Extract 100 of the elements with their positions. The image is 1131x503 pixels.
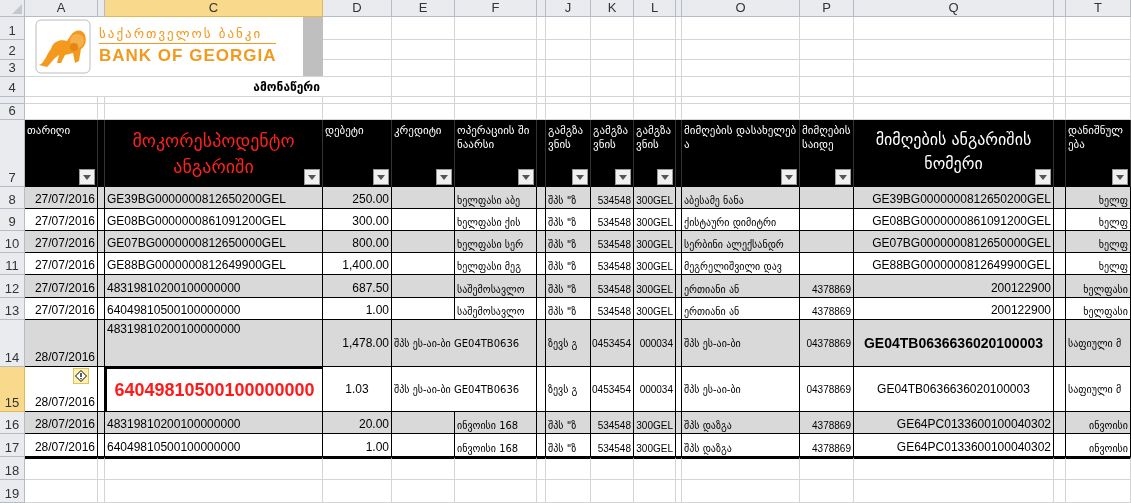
row-header[interactable]: 12 — [0, 275, 25, 298]
filter-button[interactable] — [835, 169, 851, 185]
table-cell: ხელფასი სერ — [455, 231, 537, 253]
filter-button[interactable] — [572, 169, 588, 185]
filter-button[interactable] — [657, 169, 673, 185]
column-header[interactable] — [98, 0, 105, 17]
caret-icon — [308, 174, 316, 180]
column-heading: მიმღების ანგარიშის ნომერი — [874, 129, 1033, 175]
filter-button[interactable] — [79, 169, 95, 185]
row-header[interactable]: 8 — [0, 187, 25, 209]
account-cell: GE64PC0133600100040302 — [854, 434, 1054, 457]
grid-cell[interactable] — [546, 457, 591, 480]
table-cell: შპს "ზ — [546, 209, 591, 231]
column-heading: დებეტი — [324, 124, 365, 138]
grid-cell[interactable] — [682, 457, 800, 480]
row-header[interactable]: 10 — [0, 231, 25, 253]
table-cell: 300GEL — [634, 275, 676, 298]
table-cell: 534548 — [591, 209, 634, 231]
grid-cell[interactable] — [634, 457, 676, 480]
grid-cell[interactable] — [105, 457, 323, 480]
row-header[interactable]: 2 — [0, 40, 25, 60]
filter-button[interactable] — [436, 169, 452, 185]
table-cell: ხელფ — [1066, 187, 1131, 209]
amount-cell: 250.00 — [323, 187, 392, 209]
table-cell: ინვოისი — [1066, 434, 1131, 457]
row-header[interactable]: 7 — [0, 120, 25, 187]
grid-cell[interactable] — [98, 457, 105, 480]
table-cell — [537, 412, 546, 434]
row-header[interactable]: 6 — [0, 104, 25, 120]
select-all-icon[interactable] — [12, 4, 22, 14]
row-header[interactable]: 15 — [0, 367, 25, 412]
table-cell: 04378869 — [800, 367, 854, 412]
column-header[interactable]: C — [105, 0, 323, 17]
grid-cell[interactable] — [676, 457, 682, 480]
caret-icon — [1039, 174, 1047, 180]
filter-button[interactable] — [1035, 169, 1051, 185]
date-cell: 28/07/2016 — [25, 367, 98, 412]
bank-name-english: BANK OF GEORGIA — [99, 45, 277, 67]
filter-button[interactable] — [373, 169, 389, 185]
table-cell — [392, 412, 455, 434]
table-cell: შპს დაზგა — [682, 434, 800, 457]
column-header[interactable]: O — [682, 0, 800, 17]
warning-icon[interactable] — [73, 368, 89, 384]
column-header[interactable]: E — [392, 0, 455, 17]
table-cell — [537, 253, 546, 275]
column-header[interactable]: A — [25, 0, 98, 17]
table-cell: 0453454 — [591, 367, 634, 412]
grid-cell[interactable] — [1054, 457, 1066, 480]
grid-cell[interactable] — [323, 457, 392, 480]
filter-button[interactable] — [518, 169, 534, 185]
caret-icon — [440, 174, 448, 180]
row-header[interactable]: 19 — [0, 480, 25, 503]
caret-icon — [619, 174, 627, 180]
column-header[interactable]: L — [634, 0, 676, 17]
column-header[interactable]: J — [546, 0, 591, 17]
row-header[interactable]: 13 — [0, 298, 25, 320]
row-header[interactable]: 3 — [0, 60, 25, 77]
table-cell: საშემოსავლო — [455, 298, 537, 320]
table-cell — [1054, 209, 1066, 231]
grid-cell[interactable] — [455, 457, 537, 480]
row-header[interactable]: 1 — [0, 17, 25, 40]
column-header[interactable]: D — [323, 0, 392, 17]
column-header[interactable]: P — [800, 0, 854, 17]
row-header[interactable]: 16 — [0, 412, 25, 434]
row-header[interactable]: 14 — [0, 320, 25, 367]
grid-cell[interactable] — [537, 457, 546, 480]
row-header[interactable]: 11 — [0, 253, 25, 275]
column-header[interactable]: K — [591, 0, 634, 17]
grid-cell[interactable] — [591, 457, 634, 480]
column-header[interactable]: F — [455, 0, 537, 17]
row-header[interactable]: 18 — [0, 457, 25, 480]
column-header[interactable]: T — [1066, 0, 1131, 17]
column-header[interactable] — [1054, 0, 1066, 17]
table-cell: 534548 — [591, 187, 634, 209]
filter-button[interactable] — [615, 169, 631, 185]
row-header[interactable]: 4 — [0, 77, 25, 97]
row-header[interactable]: 9 — [0, 209, 25, 231]
row-header[interactable]: 17 — [0, 434, 25, 457]
table-cell — [392, 298, 455, 320]
caret-icon — [576, 174, 584, 180]
table-cell: 300GEL — [634, 209, 676, 231]
column-header[interactable] — [676, 0, 682, 17]
account-cell: GE04TB0636636020100003 — [854, 367, 1054, 412]
grid-cell[interactable] — [1066, 457, 1131, 480]
grid-cell[interactable] — [854, 457, 1054, 480]
date-cell: 27/07/2016 — [25, 187, 98, 209]
amount-cell: 300.00 — [323, 209, 392, 231]
column-header[interactable]: Q — [854, 0, 1054, 17]
filter-button[interactable] — [781, 169, 797, 185]
grid-cell[interactable] — [800, 457, 854, 480]
account-cell: 64049810500100000000 — [105, 298, 323, 320]
grid-cell[interactable] — [25, 457, 98, 480]
date-cell: 27/07/2016 — [25, 231, 98, 253]
filter-button[interactable] — [304, 169, 320, 185]
table-cell: ქისტაური დიმიტრი — [682, 209, 800, 231]
grid-cell[interactable] — [392, 457, 455, 480]
column-header[interactable] — [537, 0, 546, 17]
row-header[interactable] — [0, 97, 25, 104]
filter-button[interactable] — [1112, 169, 1128, 185]
table-cell: შპს ეს-აი-ბი — [682, 320, 800, 367]
